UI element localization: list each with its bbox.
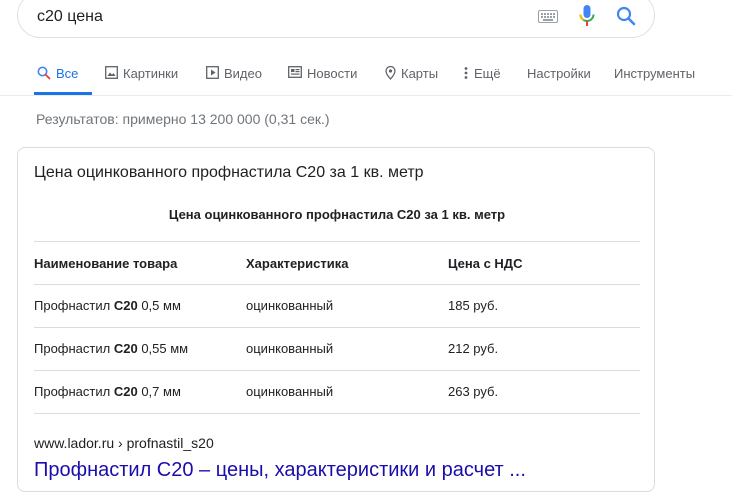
column-header-name: Наименование товара [34, 256, 178, 271]
product-name-suffix: 0,7 мм [141, 384, 181, 399]
product-name-cell: Профнастил С20 0,55 мм [34, 341, 188, 356]
video-play-icon [206, 66, 219, 79]
characteristic-cell: оцинкованный [246, 298, 334, 313]
search-icon [37, 66, 51, 80]
keyboard-icon[interactable] [538, 10, 558, 28]
product-name-highlight: С20 [113, 298, 138, 313]
image-icon [105, 66, 118, 79]
product-name-suffix: 0,5 мм [141, 298, 181, 313]
product-name-prefix: Профнастил [34, 341, 111, 356]
column-header-characteristic: Характеристика [246, 256, 349, 271]
table-caption: Цена оцинкованного профнастила С20 за 1 … [168, 207, 506, 222]
table-divider [34, 241, 640, 242]
tab-settings[interactable]: Настройки [527, 66, 591, 94]
result-url[interactable]: www.lador.ru › profnastil_s20 [34, 435, 214, 451]
tab-label: Картинки [123, 66, 179, 81]
product-name-prefix: Профнастил [34, 298, 111, 313]
search-input[interactable] [37, 8, 507, 26]
snippet-heading: Цена оцинкованного профнастила С20 за 1 … [34, 164, 424, 181]
product-name-cell: Профнастил С20 0,7 мм [34, 384, 181, 399]
tab-video[interactable]: Видео [206, 66, 262, 94]
tab-tools[interactable]: Инструменты [614, 66, 695, 94]
tab-more[interactable]: Ещё [463, 66, 501, 94]
tab-label: Все [56, 66, 79, 81]
result-stats: Результатов: примерно 13 200 000 (0,31 с… [36, 111, 330, 127]
tab-label: Новости [307, 66, 358, 81]
table-divider [34, 413, 640, 414]
result-title-link[interactable]: Профнастил С20 – цены, характеристики и … [34, 459, 526, 482]
news-icon [288, 66, 302, 78]
tab-maps[interactable]: Карты [385, 66, 438, 94]
tab-label: Настройки [527, 66, 591, 81]
search-submit-icon[interactable] [616, 6, 636, 31]
tab-label: Карты [401, 66, 439, 81]
tab-news[interactable]: Новости [288, 66, 357, 94]
characteristic-cell: оцинкованный [246, 384, 334, 399]
product-name-prefix: Профнастил [34, 384, 111, 399]
tab-all[interactable]: Все [37, 66, 78, 94]
price-cell: 212 руб. [448, 341, 499, 356]
table-divider [34, 370, 640, 371]
search-box[interactable] [17, 0, 655, 38]
tab-label: Видео [224, 66, 262, 81]
tab-label: Ещё [474, 66, 501, 81]
tab-images[interactable]: Картинки [105, 66, 178, 94]
more-vert-icon [463, 66, 469, 80]
microphone-icon[interactable] [579, 5, 595, 32]
characteristic-cell: оцинкованный [246, 341, 334, 356]
product-name-highlight: С20 [113, 341, 138, 356]
price-cell: 263 руб. [448, 384, 499, 399]
featured-snippet: Цена оцинкованного профнастила С20 за 1 … [17, 147, 655, 492]
column-header-price: Цена с НДС [448, 256, 523, 271]
map-pin-icon [385, 66, 396, 80]
table-divider [34, 284, 640, 285]
tab-label: Инструменты [614, 66, 696, 81]
table-divider [34, 327, 640, 328]
tabs-divider [0, 95, 732, 96]
price-cell: 185 руб. [448, 298, 499, 313]
product-name-highlight: С20 [113, 384, 138, 399]
product-name-suffix: 0,55 мм [141, 341, 189, 356]
product-name-cell: Профнастил С20 0,5 мм [34, 298, 181, 313]
